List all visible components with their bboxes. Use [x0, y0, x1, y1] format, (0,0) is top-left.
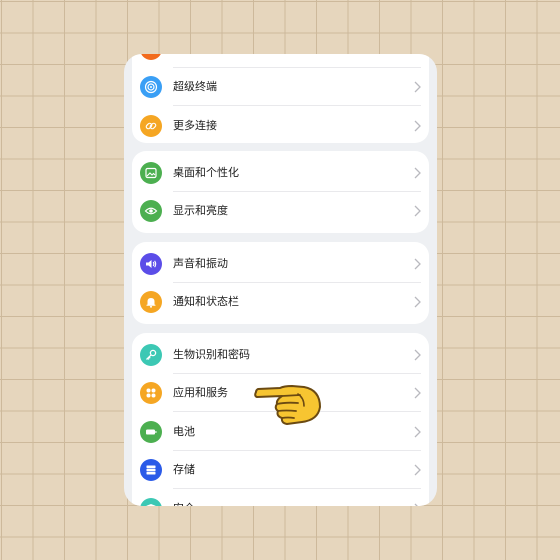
sound-label: 声音和振动 [173, 257, 228, 270]
apps-grid-icon [140, 382, 162, 404]
settings-item-desktop[interactable]: 桌面和个性化 [132, 154, 429, 192]
key-icon [140, 344, 162, 366]
settings-item-biometrics[interactable]: 生物识别和密码 [132, 336, 429, 374]
chevron-right-icon [414, 81, 421, 93]
partial-icon [140, 54, 162, 60]
settings-item-superterminal[interactable]: 超级终端 [132, 68, 429, 106]
settings-item-more-connections[interactable]: 更多连接 [132, 107, 429, 143]
storage-label: 存储 [173, 463, 195, 476]
link-icon [140, 115, 162, 137]
chevron-right-icon [414, 296, 421, 308]
settings-group-personalization: 桌面和个性化 显示和亮度 [132, 151, 429, 233]
storage-icon [140, 459, 162, 481]
chevron-right-icon [414, 258, 421, 270]
settings-group-connectivity: 超级终端 更多连接 [132, 54, 429, 143]
more-connections-label: 更多连接 [173, 119, 217, 132]
settings-group-sound-notify: 声音和振动 通知和状态栏 [132, 242, 429, 324]
speaker-icon [140, 253, 162, 275]
shield-icon [140, 498, 162, 506]
settings-item-notifications[interactable]: 通知和状态栏 [132, 283, 429, 321]
bell-icon [140, 291, 162, 313]
desktop-label: 桌面和个性化 [173, 166, 239, 179]
settings-item-display[interactable]: 显示和亮度 [132, 192, 429, 230]
chevron-right-icon [414, 503, 418, 506]
chevron-right-icon [414, 120, 421, 132]
battery-icon [140, 421, 162, 443]
apps-label: 应用和服务 [173, 386, 228, 399]
settings-item-security[interactable]: 安全 [132, 490, 429, 506]
security-label: 安全 [173, 501, 195, 506]
eye-icon [140, 200, 162, 222]
settings-item-storage[interactable]: 存储 [132, 451, 429, 489]
superterminal-label: 超级终端 [173, 80, 217, 93]
chevron-right-icon [414, 426, 421, 438]
settings-item-partial-top[interactable] [132, 54, 429, 68]
superterminal-icon [140, 76, 162, 98]
settings-screen: 超级终端 更多连接 桌面和个性化 显示和亮度 声音和振动 通知和状态栏 生物识别… [124, 54, 437, 506]
chevron-right-icon [414, 464, 421, 476]
chevron-right-icon [414, 387, 421, 399]
display-label: 显示和亮度 [173, 204, 228, 217]
notifications-label: 通知和状态栏 [173, 295, 239, 308]
chevron-right-icon [414, 349, 421, 361]
pointing-hand-icon [254, 385, 321, 425]
battery-label: 电池 [173, 425, 195, 438]
chevron-right-icon [414, 167, 421, 179]
settings-item-sound[interactable]: 声音和振动 [132, 245, 429, 283]
wallpaper-icon [140, 162, 162, 184]
biometrics-label: 生物识别和密码 [173, 348, 250, 361]
chevron-right-icon [414, 205, 421, 217]
